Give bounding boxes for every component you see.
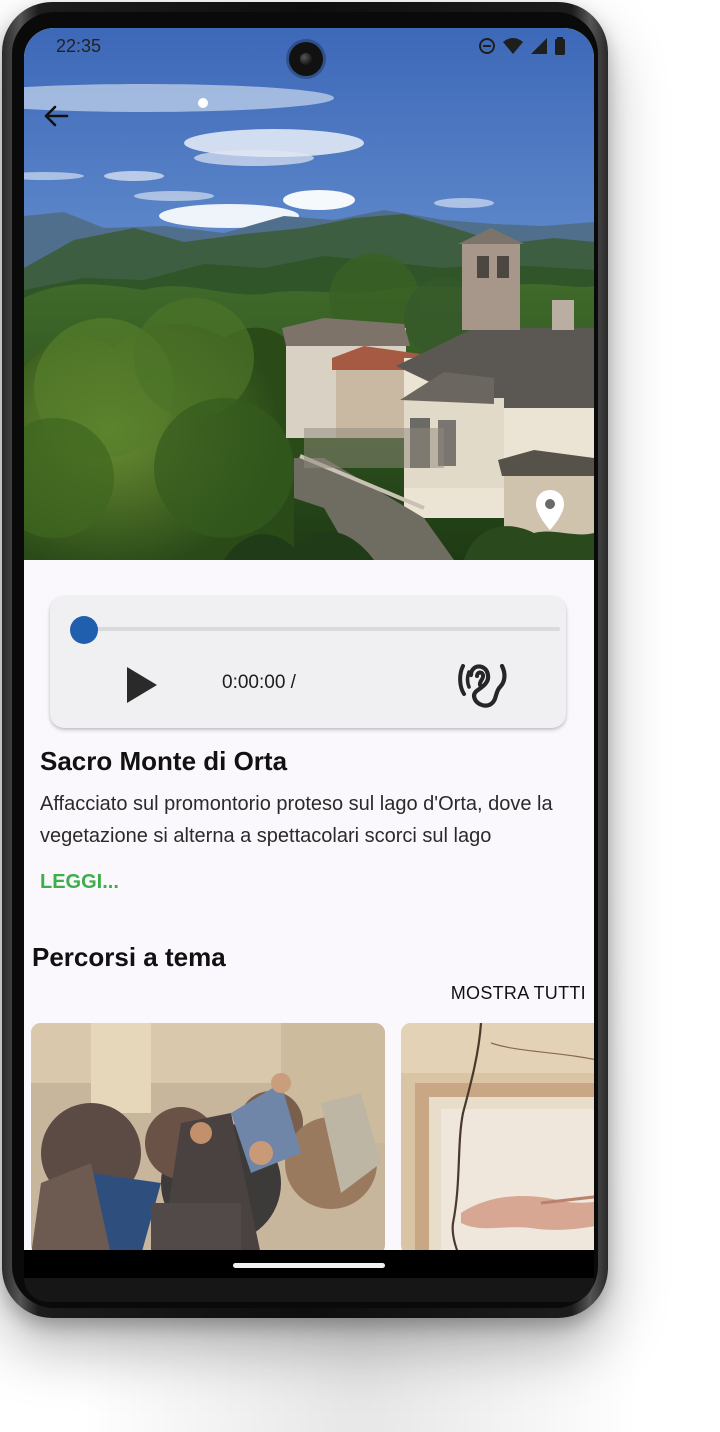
read-more-link[interactable]: LEGGI... <box>40 871 119 894</box>
map-pin-icon <box>536 490 564 530</box>
status-time: 22:35 <box>56 36 102 56</box>
route-card[interactable] <box>401 1023 594 1255</box>
route-card-image <box>31 1023 385 1255</box>
do-not-disturb-icon <box>479 38 495 54</box>
audio-time: 0:00:00 / <box>222 672 296 693</box>
route-card-image <box>401 1023 594 1255</box>
section-title-themed-routes: Percorsi a tema <box>32 942 226 972</box>
wifi-icon <box>503 38 523 54</box>
back-button[interactable] <box>36 96 76 136</box>
home-indicator[interactable] <box>233 1263 385 1268</box>
play-icon <box>127 667 157 703</box>
hearing-ear-icon <box>458 663 507 708</box>
battery-icon <box>555 37 565 55</box>
app-screen: 22:35 0:00:00 / Sacro Monte di Orta Affa… <box>24 28 594 1278</box>
audio-progress-track[interactable] <box>96 627 560 631</box>
status-dot <box>198 98 208 108</box>
hearing-accessibility-button[interactable] <box>452 650 514 716</box>
route-card[interactable] <box>31 1023 385 1255</box>
front-camera <box>289 42 323 76</box>
stage: 22:35 0:00:00 / Sacro Monte di Orta Affa… <box>0 0 720 1432</box>
play-button[interactable] <box>122 662 162 708</box>
map-button[interactable] <box>530 486 570 534</box>
arrow-left-icon <box>44 105 69 127</box>
audio-progress-thumb[interactable] <box>70 616 98 644</box>
show-all-button[interactable]: MOSTRA TUTTI <box>451 983 586 1004</box>
audio-player: 0:00:00 / <box>50 596 566 728</box>
place-description: Affacciato sul promontorio proteso sul l… <box>40 793 553 847</box>
hero-image: 22:35 <box>24 28 594 560</box>
cellular-signal-icon <box>531 38 547 54</box>
place-title: Sacro Monte di Orta <box>40 746 288 776</box>
status-icons <box>478 37 566 55</box>
phone-chin <box>24 1278 594 1302</box>
